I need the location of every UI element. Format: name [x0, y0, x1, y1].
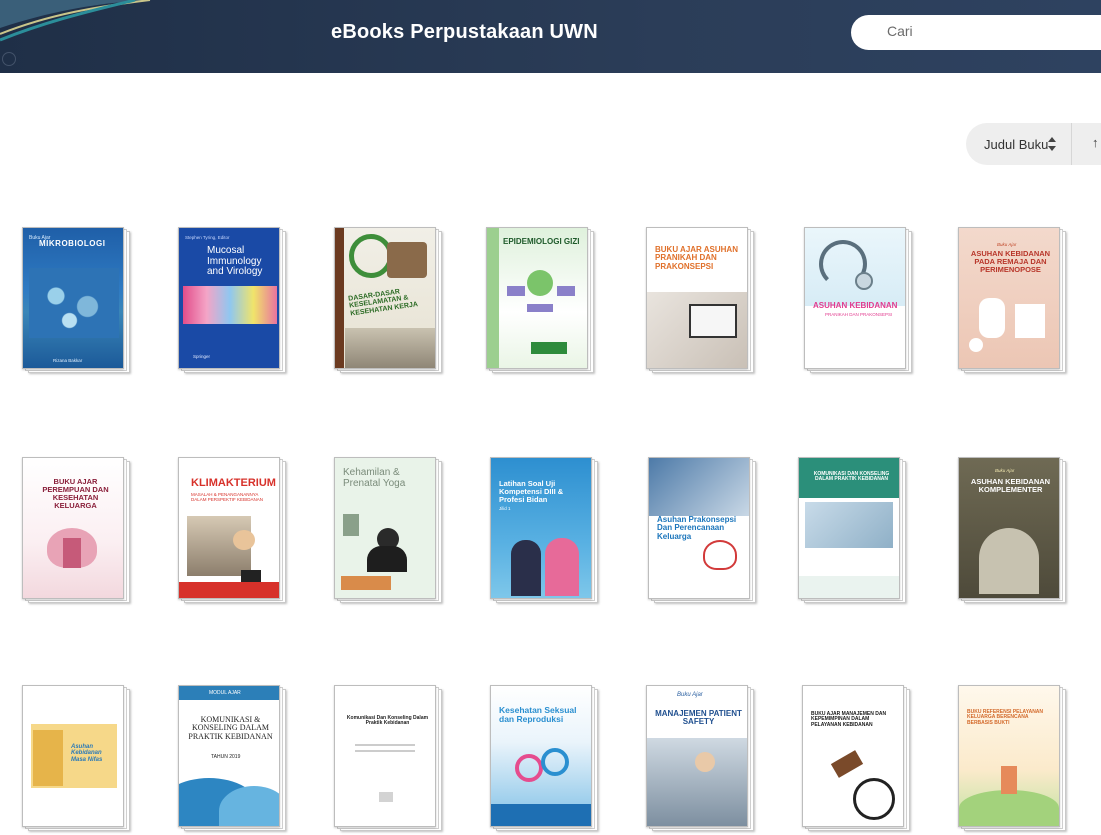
header-wave-decoration [0, 0, 151, 42]
book-card[interactable]: Asuhan Prakonsepsi Dan Perencanaan Kelua… [648, 457, 756, 603]
book-cover: Stephen Tyring, Editor Mucosal Immunolog… [178, 227, 280, 369]
book-card[interactable]: Stephen Tyring, Editor Mucosal Immunolog… [178, 227, 286, 373]
site-header: eBooks Perpustakaan UWN [0, 0, 1101, 73]
book-card[interactable]: MODUL AJAR KOMUNIKASI & KONSELING DALAM … [178, 685, 286, 831]
book-card[interactable]: ASUHAN KEBIDANAN PRANIKAH DAN PRAKONSEPS… [804, 227, 912, 373]
book-card[interactable]: Buku Ajar MIKROBIOLOGI Rizana Bakkar [22, 227, 130, 373]
book-card[interactable]: DASAR-DASAR KESELAMATAN & KESEHATAN KERJ… [334, 227, 442, 373]
book-card[interactable]: Kesehatan Seksual dan Reproduksi [490, 685, 598, 831]
book-card[interactable]: KOMUNIKASI DAN KONSELING DALAM PRAKTIK K… [798, 457, 906, 603]
sort-select-label: Judul Buku [984, 137, 1049, 152]
sort-select[interactable]: Judul Buku ↑ [966, 123, 1101, 165]
search-input[interactable] [887, 23, 1087, 39]
book-card[interactable]: Buku Ajar MANAJEMEN PATIENT SAFETY [646, 685, 754, 831]
book-card[interactable]: Komunikasi Dan Konseling Dalam Praktik K… [334, 685, 442, 831]
search-box[interactable] [851, 15, 1101, 50]
book-card[interactable]: BUKU AJAR PEREMPUAN DAN KESEHATAN KELUAR… [22, 457, 130, 603]
book-card[interactable]: Latihan Soal Uji Kompetensi DIII & Profe… [490, 457, 598, 603]
book-cover: BUKU AJAR ASUHAN PRANIKAH DAN PRAKONSEPS… [646, 227, 748, 369]
book-cover: KLIMAKTERIUM MASALAH & PENANGANANNYA DAL… [178, 457, 280, 599]
book-card[interactable]: Asuhan Kebidanan Masa Nifas [22, 685, 130, 831]
book-cover: Latihan Soal Uji Kompetensi DIII & Profe… [490, 457, 592, 599]
header-circle-icon [2, 52, 16, 66]
book-cover: Buku Ajar MANAJEMEN PATIENT SAFETY [646, 685, 748, 827]
book-cover: DASAR-DASAR KESELAMATAN & KESEHATAN KERJ… [334, 227, 436, 369]
book-cover: Kesehatan Seksual dan Reproduksi [490, 685, 592, 827]
book-cover: BUKU REFERENSI PELAYANAN KELUARGA BERENC… [958, 685, 1060, 827]
book-cover: ASUHAN KEBIDANAN PRANIKAH DAN PRAKONSEPS… [804, 227, 906, 369]
book-cover: Asuhan Prakonsepsi Dan Perencanaan Kelua… [648, 457, 750, 599]
book-cover: Asuhan Kebidanan Masa Nifas [22, 685, 124, 827]
site-title: eBooks Perpustakaan UWN [331, 21, 598, 43]
sort-direction-icon[interactable]: ↑ [1092, 135, 1099, 150]
book-cover: MODUL AJAR KOMUNIKASI & KONSELING DALAM … [178, 685, 280, 827]
book-card[interactable]: BUKU AJAR ASUHAN PRANIKAH DAN PRAKONSEPS… [646, 227, 754, 373]
book-card[interactable]: Kehamilan & Prenatal Yoga [334, 457, 442, 603]
book-cover: EPIDEMIOLOGI GIZI [486, 227, 588, 369]
book-card[interactable]: Buku Ajar ASUHAN KEBIDANAN KOMPLEMENTER [958, 457, 1066, 603]
book-card[interactable]: EPIDEMIOLOGI GIZI [486, 227, 594, 373]
book-cover: BUKU AJAR PEREMPUAN DAN KESEHATAN KELUAR… [22, 457, 124, 599]
sort-divider [1071, 123, 1072, 165]
book-cover: KOMUNIKASI DAN KONSELING DALAM PRAKTIK K… [798, 457, 900, 599]
book-card[interactable]: Buku Ajar ASUHAN KEBIDANAN PADA REMAJA D… [958, 227, 1066, 373]
book-cover: Buku Ajar ASUHAN KEBIDANAN PADA REMAJA D… [958, 227, 1060, 369]
book-cover: Buku Ajar ASUHAN KEBIDANAN KOMPLEMENTER [958, 457, 1060, 599]
book-card[interactable]: KLIMAKTERIUM MASALAH & PENANGANANNYA DAL… [178, 457, 286, 603]
book-cover: Komunikasi Dan Konseling Dalam Praktik K… [334, 685, 436, 827]
book-cover: Kehamilan & Prenatal Yoga [334, 457, 436, 599]
book-cover: BUKU AJAR MANAJEMEN DAN KEPEMIMPINAN DAL… [802, 685, 904, 827]
book-cover: Buku Ajar MIKROBIOLOGI Rizana Bakkar [22, 227, 124, 369]
book-card[interactable]: BUKU REFERENSI PELAYANAN KELUARGA BERENC… [958, 685, 1066, 831]
sort-arrows-icon [1048, 137, 1056, 151]
book-card[interactable]: BUKU AJAR MANAJEMEN DAN KEPEMIMPINAN DAL… [802, 685, 910, 831]
